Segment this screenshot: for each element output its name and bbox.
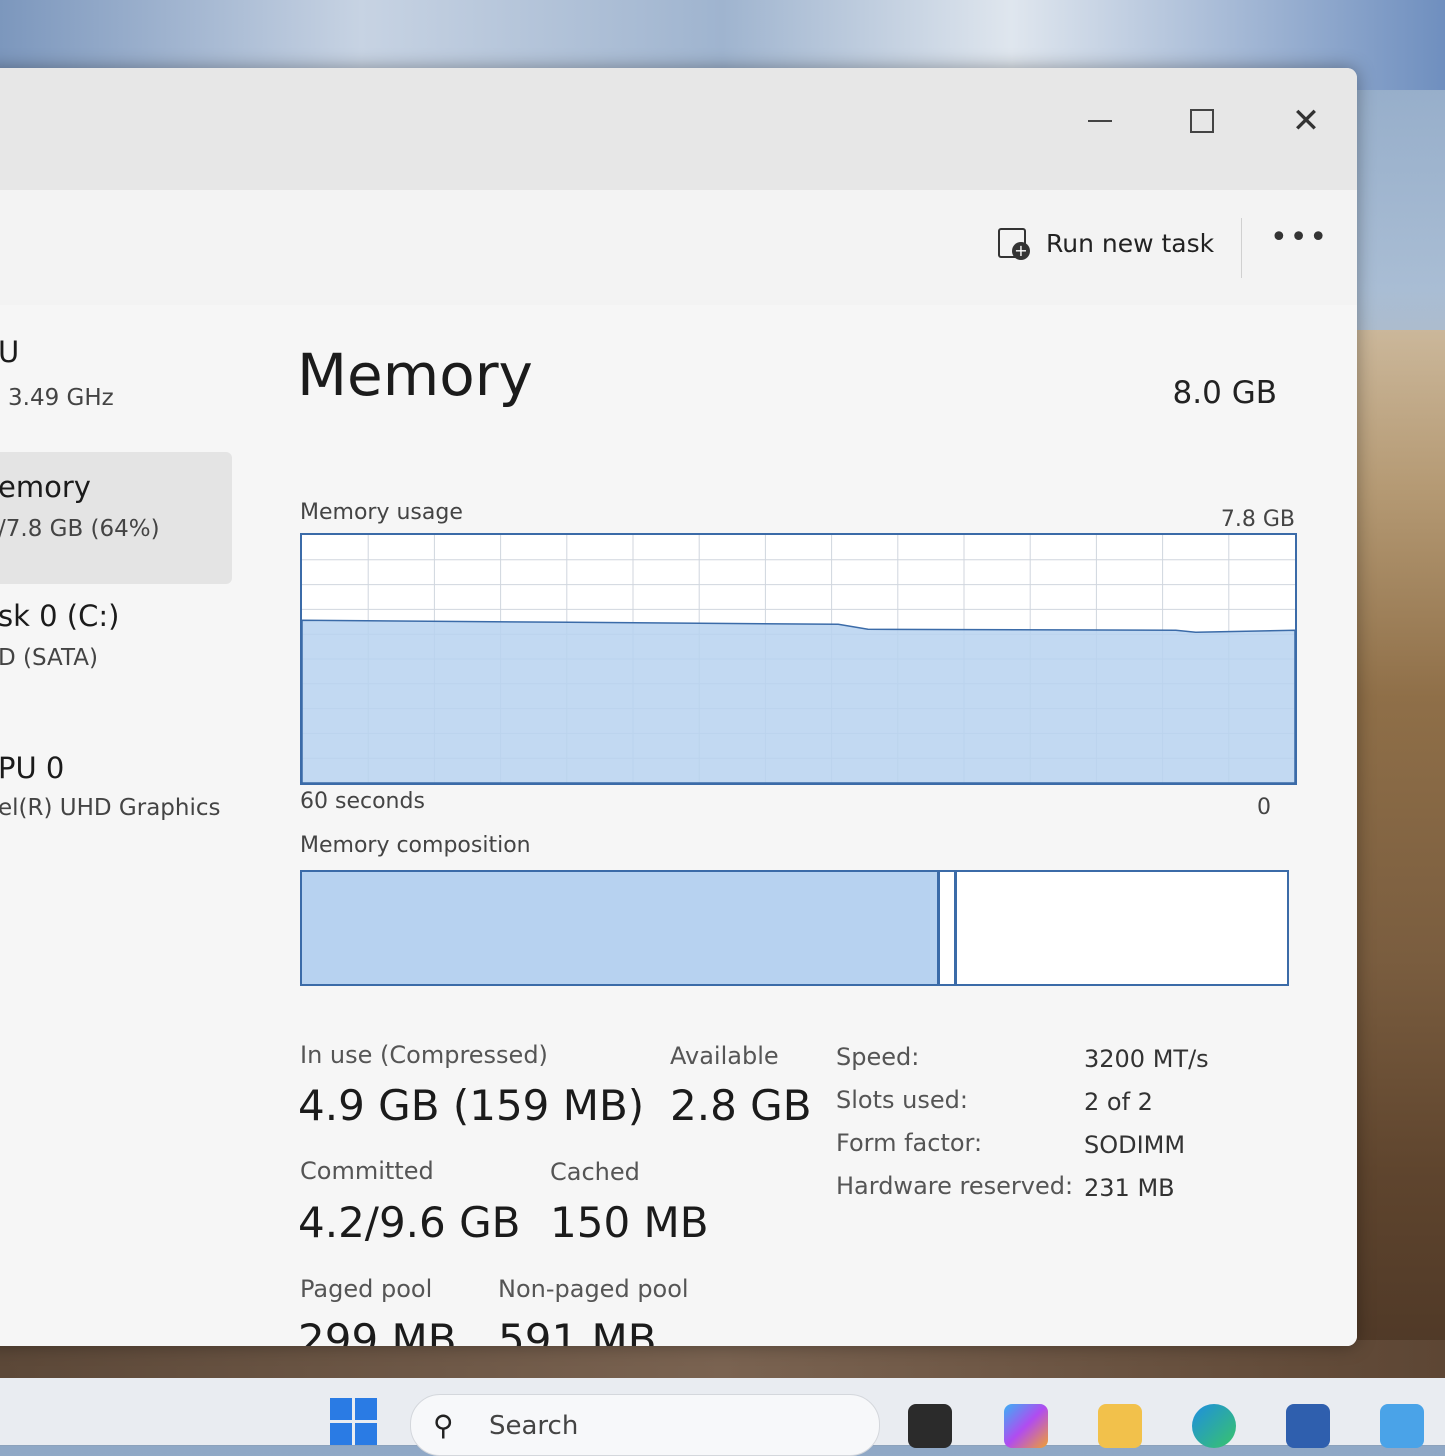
sidebar-item-sub: 3.49 GHz: [8, 385, 114, 411]
cached-value: 150 MB: [550, 1198, 709, 1247]
memory-usage-max: 7.8 GB: [1220, 507, 1295, 532]
copilot-icon[interactable]: [1004, 1404, 1048, 1448]
performance-content: U 3.49 GHz emory /7.8 GB (64%) sk 0 (C:)…: [0, 305, 1357, 1346]
minimize-icon: [1088, 120, 1112, 122]
toolbar: + Run new task •••: [0, 190, 1357, 306]
available-value: 2.8 GB: [670, 1081, 812, 1130]
taskbar: ⚲ Search: [0, 1378, 1445, 1456]
cached-label: Cached: [550, 1158, 640, 1186]
sidebar-item-sub: /7.8 GB (64%): [0, 516, 160, 542]
composition-modified-segment[interactable]: [937, 872, 958, 984]
paged-pool-value: 299 MB: [298, 1315, 457, 1346]
memory-usage-svg: [302, 535, 1295, 783]
close-button[interactable]: ✕: [1276, 96, 1336, 146]
memory-composition-label: Memory composition: [300, 833, 531, 858]
sidebar-item-title: PU 0: [0, 751, 65, 785]
edge-icon[interactable]: [1192, 1404, 1236, 1448]
run-task-icon: +: [998, 228, 1030, 260]
wallpaper-ground: [0, 1340, 1445, 1380]
committed-value: 4.2/9.6 GB: [298, 1198, 521, 1247]
store-icon[interactable]: [1286, 1404, 1330, 1448]
run-new-task-button[interactable]: + Run new task: [998, 228, 1215, 260]
more-options-button[interactable]: •••: [1270, 220, 1329, 255]
maximize-icon: [1190, 109, 1214, 133]
form-factor-label: Form factor:: [836, 1129, 983, 1157]
task-manager-taskbar-icon[interactable]: [1380, 1404, 1424, 1448]
sidebar-item-sub: D (SATA): [0, 645, 98, 671]
maximize-button[interactable]: [1172, 96, 1232, 146]
windows-logo-icon: [330, 1398, 352, 1420]
sidebar-item-gpu[interactable]: PU 0 el(R) UHD Graphics: [0, 745, 232, 855]
sidebar-item-title: emory: [0, 470, 91, 504]
in-use-label: In use (Compressed): [300, 1041, 548, 1069]
sidebar-item-cpu[interactable]: U 3.49 GHz: [0, 335, 232, 425]
form-factor-value: SODIMM: [1084, 1131, 1186, 1159]
slots-label: Slots used:: [836, 1086, 968, 1114]
hardware-reserved-value: 231 MB: [1084, 1174, 1175, 1202]
file-explorer-icon[interactable]: [1098, 1404, 1142, 1448]
graph-time-right: 0: [1257, 795, 1271, 820]
sidebar-item-memory[interactable]: emory /7.8 GB (64%): [0, 452, 232, 584]
hardware-reserved-label: Hardware reserved:: [836, 1172, 1074, 1200]
speed-value: 3200 MT/s: [1084, 1045, 1209, 1073]
search-placeholder: Search: [489, 1411, 579, 1441]
nonpaged-pool-label: Non-paged pool: [498, 1275, 689, 1303]
memory-usage-area: [302, 619, 1295, 783]
speed-label: Speed:: [836, 1043, 920, 1071]
sidebar-item-disk[interactable]: sk 0 (C:) D (SATA): [0, 595, 232, 695]
taskbar-search[interactable]: ⚲ Search: [410, 1394, 880, 1456]
title-bar: ✕: [0, 68, 1357, 190]
sidebar-item-title: sk 0 (C:): [0, 599, 120, 633]
graph-time-left: 60 seconds: [300, 789, 425, 814]
committed-label: Committed: [300, 1157, 434, 1185]
nonpaged-pool-value: 591 MB: [498, 1315, 657, 1346]
available-label: Available: [670, 1042, 779, 1070]
start-button[interactable]: [330, 1398, 378, 1446]
in-use-value: 4.9 GB (159 MB): [298, 1081, 645, 1130]
page-title: Memory: [297, 341, 533, 409]
toolbar-divider: [1241, 218, 1242, 278]
task-manager-window: ✕ + Run new task ••• U 3.49 GHz emory /7…: [0, 68, 1357, 1346]
sidebar-item-sub: el(R) UHD Graphics: [0, 795, 221, 821]
search-icon: ⚲: [433, 1409, 454, 1442]
slots-value: 2 of 2: [1084, 1088, 1153, 1116]
memory-usage-label: Memory usage: [300, 500, 463, 525]
run-new-task-label: Run new task: [1046, 228, 1215, 258]
sidebar-item-title: U: [0, 335, 20, 369]
paged-pool-label: Paged pool: [300, 1275, 433, 1303]
minimize-button[interactable]: [1070, 96, 1130, 146]
total-memory: 8.0 GB: [1172, 375, 1277, 411]
task-view-icon[interactable]: [908, 1404, 952, 1448]
composition-in-use-segment[interactable]: [302, 872, 941, 984]
memory-usage-graph: [300, 533, 1297, 785]
memory-composition-bar: [300, 870, 1289, 986]
